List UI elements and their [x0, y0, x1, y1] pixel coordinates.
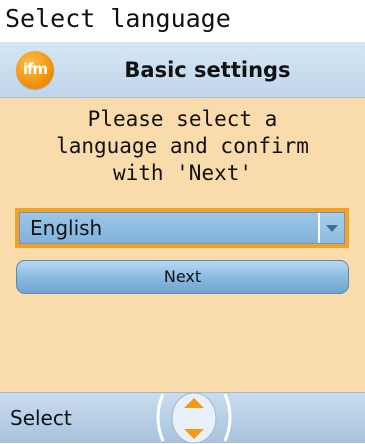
- page-title: Basic settings: [124, 58, 291, 82]
- header: ifm Basic settings: [0, 42, 365, 98]
- softkey-bar: Select: [0, 391, 365, 444]
- main-content: Please select a language and confirm wit…: [0, 98, 365, 392]
- select-softkey[interactable]: Select: [10, 393, 72, 443]
- left-bracket: [156, 393, 165, 442]
- next-button[interactable]: Next: [16, 260, 349, 294]
- screen-title: Select language: [5, 4, 231, 33]
- right-bracket: [223, 393, 232, 442]
- chevron-down-icon[interactable]: [318, 213, 344, 243]
- language-dropdown-field[interactable]: English: [19, 212, 345, 244]
- up-down-navigation-icon[interactable]: [153, 391, 235, 444]
- language-selected-value: English: [30, 216, 103, 240]
- screen-title-bar: Select language: [0, 0, 365, 42]
- language-dropdown[interactable]: English: [15, 208, 349, 248]
- instruction-text: Please select a language and confirm wit…: [56, 107, 309, 185]
